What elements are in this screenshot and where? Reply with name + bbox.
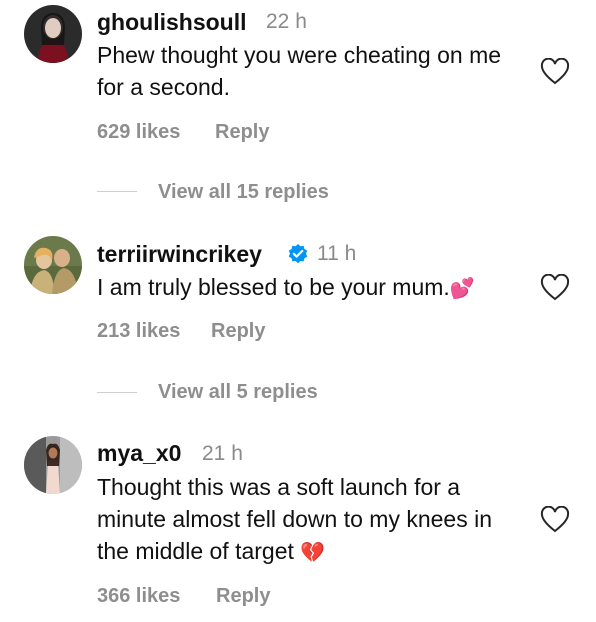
replies-divider <box>97 191 137 192</box>
comment-text-body: I am truly blessed to be your mum. <box>97 274 450 300</box>
like-count[interactable]: 366 likes <box>97 585 180 608</box>
comment-username[interactable]: mya_x0 <box>97 440 181 467</box>
comment-timestamp: 11 h <box>317 242 357 265</box>
avatar[interactable] <box>24 5 82 63</box>
comment-timestamp: 22 h <box>266 10 307 33</box>
comment-text: I am truly blessed to be your mum.💕 <box>97 271 537 305</box>
comment-username[interactable]: ghoulishsoull <box>97 9 247 36</box>
broken-heart-emoji: 💔 <box>300 542 326 564</box>
like-heart-icon[interactable] <box>540 57 570 86</box>
verified-badge-icon <box>287 243 309 265</box>
comment-text-body: Thought this was a soft launch for a min… <box>97 474 493 564</box>
avatar[interactable] <box>24 236 82 294</box>
comment-username[interactable]: terriirwincrikey <box>97 241 262 268</box>
like-count[interactable]: 213 likes <box>97 320 180 343</box>
comment-text: Thought this was a soft launch for a min… <box>97 471 529 569</box>
view-replies-button[interactable]: View all 5 replies <box>158 381 318 404</box>
like-count[interactable]: 629 likes <box>97 121 180 144</box>
reply-button[interactable]: Reply <box>215 121 269 144</box>
comment-timestamp: 21 h <box>202 442 243 465</box>
two-hearts-emoji: 💕 <box>449 278 475 300</box>
like-heart-icon[interactable] <box>540 273 570 302</box>
comment-text: Phew thought you were cheating on me for… <box>97 42 502 100</box>
view-replies-button[interactable]: View all 15 replies <box>158 181 329 204</box>
avatar[interactable] <box>24 436 82 494</box>
like-heart-icon[interactable] <box>540 505 570 534</box>
reply-button[interactable]: Reply <box>211 320 265 343</box>
replies-divider <box>97 392 137 393</box>
reply-button[interactable]: Reply <box>216 585 270 608</box>
